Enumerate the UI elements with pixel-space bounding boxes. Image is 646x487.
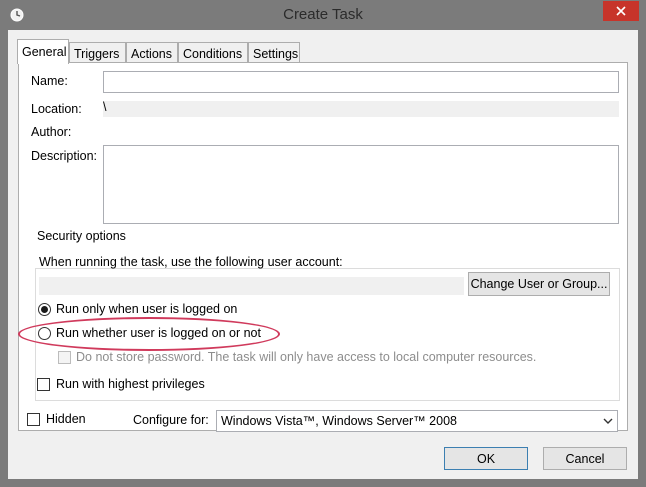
tab-triggers[interactable]: Triggers bbox=[69, 42, 126, 64]
title-bar[interactable]: Create Task bbox=[0, 0, 646, 30]
tab-label: Conditions bbox=[183, 46, 243, 61]
location-field: \ bbox=[103, 100, 619, 117]
configure-for-value: Windows Vista™, Windows Server™ 2008 bbox=[221, 414, 457, 428]
general-tab-panel: Name: Location: \ Author: Description: S… bbox=[18, 62, 628, 431]
tab-label: Triggers bbox=[74, 46, 120, 61]
chevron-down-icon bbox=[603, 418, 613, 424]
close-button[interactable] bbox=[603, 1, 639, 21]
cancel-button[interactable]: Cancel bbox=[543, 447, 627, 470]
tab-actions[interactable]: Actions bbox=[126, 42, 178, 64]
description-label: Description: bbox=[31, 149, 97, 163]
tab-general[interactable]: General bbox=[17, 39, 69, 64]
configure-for-label: Configure for: bbox=[133, 413, 209, 427]
tab-label: Actions bbox=[131, 46, 172, 61]
location-label: Location: bbox=[31, 102, 82, 116]
run-only-logged-on-radio[interactable] bbox=[38, 303, 51, 316]
ok-button-label: OK bbox=[476, 451, 496, 466]
close-icon bbox=[616, 6, 626, 16]
name-input[interactable] bbox=[103, 71, 619, 93]
window-title: Create Task bbox=[283, 6, 363, 23]
change-user-button-label: Change User or Group... bbox=[470, 277, 608, 291]
hidden-label[interactable]: Hidden bbox=[46, 412, 86, 426]
ok-button[interactable]: OK bbox=[444, 447, 528, 470]
tab-conditions[interactable]: Conditions bbox=[178, 42, 248, 64]
highlight-ellipse bbox=[18, 317, 280, 351]
run-highest-privileges-checkbox[interactable] bbox=[37, 378, 50, 391]
configure-for-select[interactable]: Windows Vista™, Windows Server™ 2008 bbox=[216, 410, 618, 432]
tab-settings[interactable]: Settings bbox=[248, 42, 300, 64]
tab-label: General bbox=[22, 45, 67, 59]
location-value: \ bbox=[103, 100, 107, 114]
do-not-store-password-label: Do not store password. The task will onl… bbox=[76, 350, 537, 364]
dialog-client-area: General Triggers Actions Conditions Sett… bbox=[8, 30, 638, 479]
create-task-window: Create Task General Triggers Actions Con… bbox=[0, 0, 646, 487]
run-only-logged-on-label[interactable]: Run only when user is logged on bbox=[56, 302, 237, 316]
cancel-button-label: Cancel bbox=[565, 451, 605, 466]
run-highest-privileges-label[interactable]: Run with highest privileges bbox=[56, 377, 205, 391]
tab-label: Settings bbox=[253, 46, 299, 61]
author-label: Author: bbox=[31, 125, 72, 139]
user-account-field bbox=[39, 277, 464, 295]
name-label: Name: bbox=[31, 74, 68, 88]
security-options-title: Security options bbox=[34, 229, 129, 243]
hidden-checkbox[interactable] bbox=[27, 413, 40, 426]
description-input[interactable] bbox=[103, 145, 619, 224]
do-not-store-password-checkbox[interactable] bbox=[58, 351, 71, 364]
change-user-or-group-button[interactable]: Change User or Group... bbox=[468, 272, 610, 296]
account-prompt: When running the task, use the following… bbox=[39, 255, 343, 269]
